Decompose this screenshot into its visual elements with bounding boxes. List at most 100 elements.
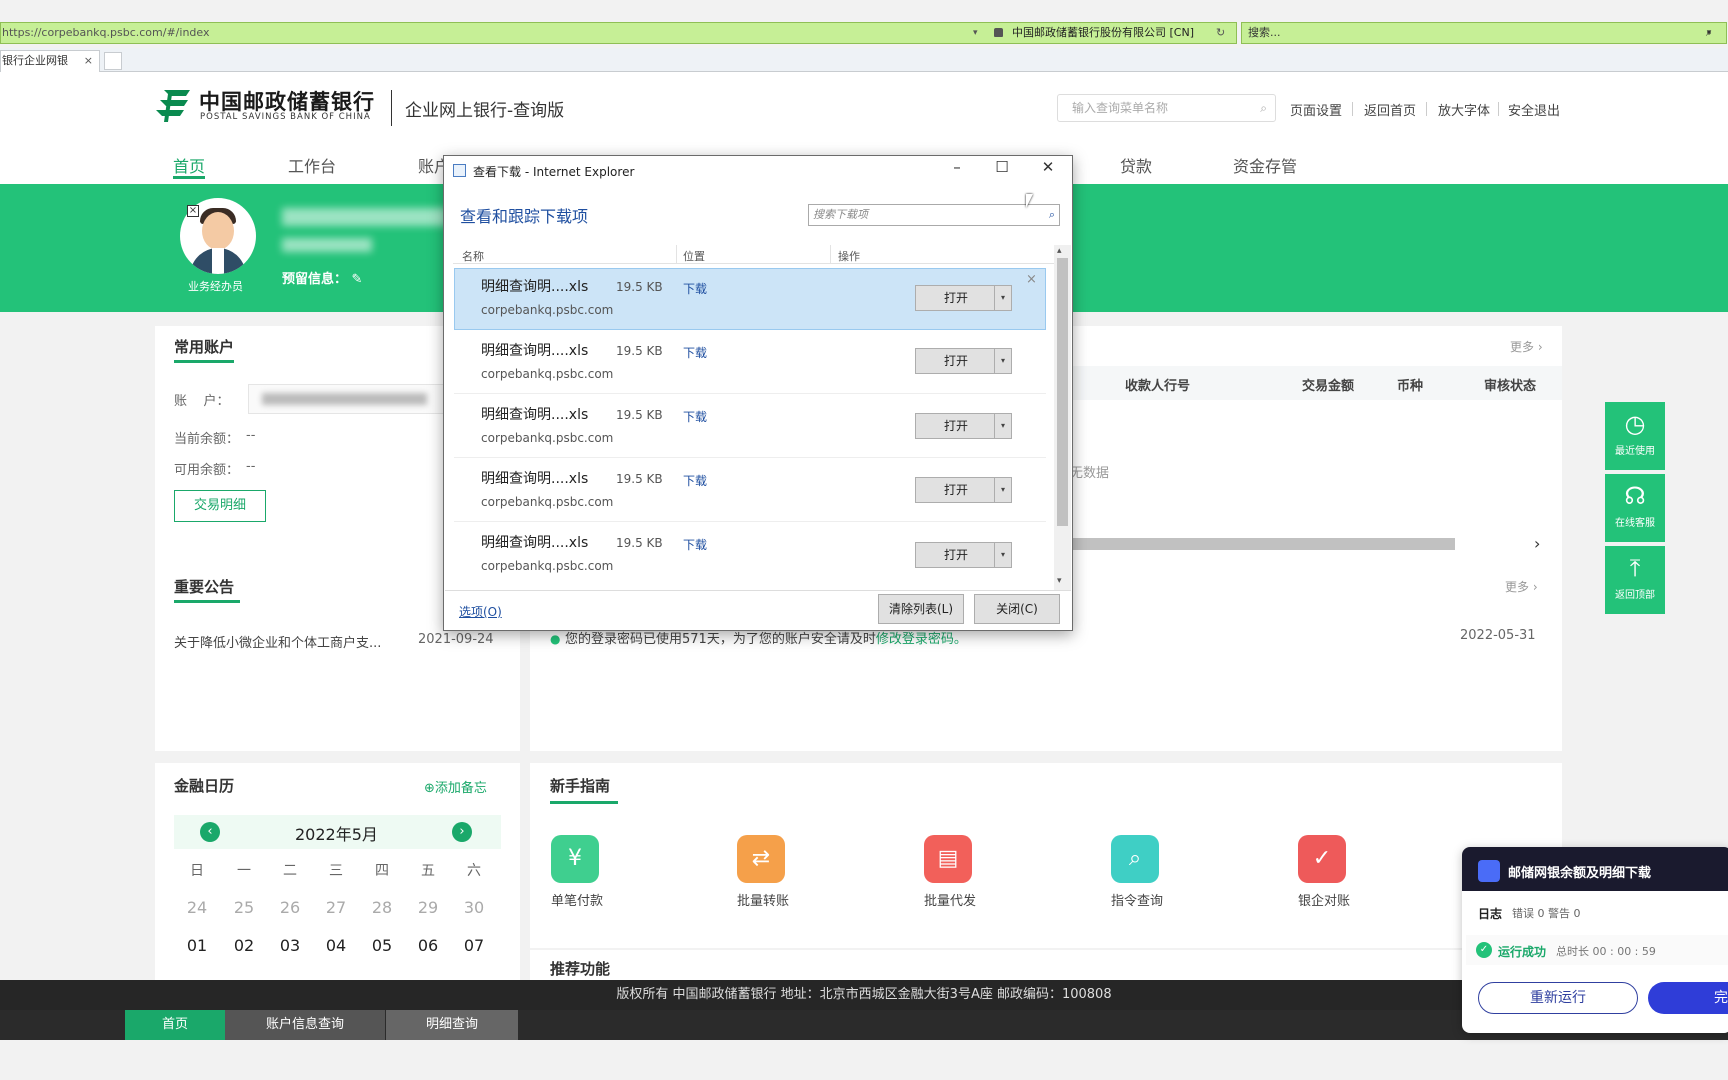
link-back-home[interactable]: 返回首页 <box>1364 100 1416 119</box>
calendar-day[interactable]: 01 <box>184 936 210 955</box>
batch-transfer-icon[interactable]: ⇄ <box>737 835 785 883</box>
menu-search-input[interactable]: 输入查询菜单名称 ⌕ <box>1057 94 1276 122</box>
refresh-icon[interactable]: ↻ <box>1216 23 1225 43</box>
browser-search[interactable]: 搜索... ⌕ ▾ <box>1241 22 1727 44</box>
close-dialog-button[interactable]: 关闭(C) <box>974 594 1060 624</box>
bottom-tab-home[interactable]: 首页 <box>125 1010 225 1040</box>
open-button[interactable]: 打开 <box>915 413 997 439</box>
bottom-tab-detail-query[interactable]: 明细查询 <box>386 1010 518 1040</box>
recent-use-button[interactable]: ◷ 最近使用 <box>1605 402 1665 470</box>
chevron-right-icon[interactable]: › <box>1534 534 1540 553</box>
notice-item[interactable]: 关于降低小微企业和个体工商户支... <box>174 632 381 651</box>
nav-home[interactable]: 首页 <box>173 153 205 177</box>
col-action[interactable]: 操作 <box>838 248 860 264</box>
calendar-day[interactable]: 03 <box>277 936 303 955</box>
close-icon[interactable]: × <box>84 51 93 71</box>
options-link[interactable]: 选项(O) <box>459 603 502 620</box>
scroll-up-icon[interactable]: ▴ <box>1057 246 1062 256</box>
guide-label[interactable]: 批量转账 <box>737 890 789 909</box>
bank-reconcile-icon[interactable]: ✓ <box>1298 835 1346 883</box>
download-search-input[interactable]: 搜索下载项 ⌕ <box>808 204 1060 226</box>
weekday: 一 <box>237 863 251 879</box>
calendar-day[interactable]: 26 <box>277 898 303 917</box>
calendar-day[interactable]: 07 <box>461 936 487 955</box>
search-icon[interactable]: ⌕ <box>1260 95 1267 121</box>
add-memo-link[interactable]: ⊕添加备忘 <box>424 777 487 796</box>
scrollbar-thumb[interactable] <box>1057 258 1068 526</box>
close-icon[interactable]: × <box>1026 272 1037 287</box>
close-icon[interactable]: ✕ <box>1038 158 1058 176</box>
chevron-down-icon[interactable]: ▾ <box>994 477 1012 503</box>
link-logout[interactable]: 安全退出 <box>1508 100 1560 119</box>
calendar-day[interactable]: 06 <box>415 936 441 955</box>
chevron-down-icon[interactable]: ▾ <box>994 413 1012 439</box>
search-icon[interactable]: ⌕ <box>1049 205 1055 225</box>
nav-workbench[interactable]: 工作台 <box>288 153 336 177</box>
close-icon[interactable]: × <box>187 205 199 217</box>
edit-icon[interactable]: ✎ <box>352 272 363 287</box>
link-page-settings[interactable]: 页面设置 <box>1290 100 1342 119</box>
chevron-down-icon[interactable]: ▾ <box>1696 23 1722 43</box>
calendar-day[interactable]: 25 <box>231 898 257 917</box>
account-label: 账 户： <box>174 394 230 409</box>
chevron-left-icon[interactable]: ‹ <box>200 822 220 842</box>
calendar-day[interactable]: 02 <box>231 936 257 955</box>
open-button[interactable]: 打开 <box>915 477 997 503</box>
instruction-query-icon[interactable]: ⌕ <box>1111 835 1159 883</box>
link-enlarge-font[interactable]: 放大字体 <box>1438 100 1490 119</box>
clear-list-button[interactable]: 清除列表(L) <box>878 594 964 624</box>
guide-label[interactable]: 银企对账 <box>1298 890 1350 909</box>
address-bar[interactable]: https://corpebankq.psbc.com/#/index ▾ 中国… <box>0 22 1237 44</box>
bottom-tab-account-query[interactable]: 账户信息查询 <box>225 1010 385 1040</box>
change-password-link[interactable]: 修改登录密码。 <box>876 632 967 647</box>
messages-more-link[interactable]: 更多 › <box>1505 578 1538 595</box>
calendar-day[interactable]: 30 <box>461 898 487 917</box>
single-payment-icon[interactable]: ¥ <box>551 835 599 883</box>
transaction-detail-button[interactable]: 交易明细 <box>174 490 266 522</box>
minimize-icon[interactable]: – <box>947 158 967 176</box>
calendar-day[interactable]: 05 <box>369 936 395 955</box>
scroll-down-icon[interactable]: ▾ <box>1057 576 1062 586</box>
new-tab-button[interactable] <box>104 52 122 70</box>
chevron-down-icon[interactable]: ▾ <box>994 285 1012 311</box>
chevron-right-icon[interactable]: › <box>452 822 472 842</box>
rerun-button[interactable]: 重新运行 <box>1478 982 1638 1014</box>
log-label[interactable]: 日志 <box>1478 905 1502 922</box>
horizontal-scrollbar[interactable] <box>1070 538 1455 550</box>
file-location-link[interactable]: 下载 <box>683 536 707 553</box>
guide-label[interactable]: 批量代发 <box>924 890 976 909</box>
tasks-more-link[interactable]: 更多 › <box>1510 338 1543 355</box>
nav-fund-custody[interactable]: 资金存管 <box>1233 153 1297 177</box>
back-to-top-button[interactable]: ⤒ 返回顶部 <box>1605 546 1665 614</box>
calendar-day[interactable]: 24 <box>184 898 210 917</box>
maximize-icon[interactable]: ☐ <box>992 158 1012 176</box>
calendar-day[interactable]: 28 <box>369 898 395 917</box>
address-dropdown-icon[interactable]: ▾ <box>973 23 978 43</box>
browser-tab[interactable]: 银行企业网银 × <box>0 50 100 72</box>
guide-label[interactable]: 单笔付款 <box>551 890 603 909</box>
calendar-day[interactable]: 04 <box>323 936 349 955</box>
file-location-link[interactable]: 下载 <box>683 408 707 425</box>
online-service-button[interactable]: ☊ 在线客服 <box>1605 474 1665 542</box>
done-button[interactable]: 完 <box>1648 982 1728 1014</box>
calendar-day[interactable]: 29 <box>415 898 441 917</box>
open-button[interactable]: 打开 <box>915 285 997 311</box>
col-name[interactable]: 名称 <box>462 248 484 264</box>
bank-logo-icon <box>156 90 190 122</box>
col-location[interactable]: 位置 <box>683 248 705 264</box>
file-location-link[interactable]: 下载 <box>683 280 707 297</box>
file-location-link[interactable]: 下载 <box>683 344 707 361</box>
recommend-title: 推荐功能 <box>550 960 611 978</box>
chevron-down-icon[interactable]: ▾ <box>994 348 1012 374</box>
open-button[interactable]: 打开 <box>915 542 997 568</box>
calendar-day[interactable]: 27 <box>323 898 349 917</box>
batch-payroll-icon[interactable]: ▤ <box>924 835 972 883</box>
open-button[interactable]: 打开 <box>915 348 997 374</box>
cert-label[interactable]: 中国邮政储蓄银行股份有限公司 [CN] <box>1012 23 1194 43</box>
guide-label[interactable]: 指令查询 <box>1111 890 1163 909</box>
address-url[interactable]: https://corpebankq.psbc.com/#/index <box>2 23 209 43</box>
file-location-link[interactable]: 下载 <box>683 472 707 489</box>
file-domain: corpebankq.psbc.com <box>481 367 614 381</box>
nav-loan[interactable]: 贷款 <box>1120 153 1152 177</box>
chevron-down-icon[interactable]: ▾ <box>994 542 1012 568</box>
